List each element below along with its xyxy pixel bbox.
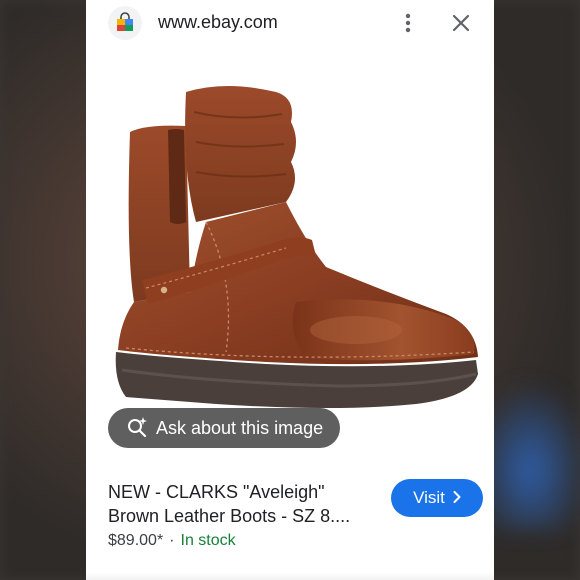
boot-image[interactable] (86, 52, 494, 462)
product-title-line-2: Brown Leather Boots - SZ 8.... (108, 506, 351, 526)
product-price: $89.00* (108, 532, 164, 549)
shopping-bag-icon[interactable] (108, 6, 142, 40)
price-row: $89.00* · In stock (108, 532, 236, 550)
product-title-line-1: NEW - CLARKS "Aveleigh" (108, 482, 325, 502)
more-vert-icon[interactable] (398, 10, 418, 36)
stock-status: In stock (180, 532, 236, 549)
chevron-right-icon (453, 488, 461, 508)
sheet-bottom-edge (86, 572, 494, 580)
visit-button[interactable]: Visit (391, 479, 483, 517)
lens-sparkle-icon (126, 415, 148, 442)
visit-label: Visit (413, 488, 445, 507)
site-url[interactable]: www.ebay.com (158, 12, 278, 33)
close-icon[interactable] (448, 10, 474, 36)
product-title[interactable]: NEW - CLARKS "Aveleigh" Brown Leather Bo… (108, 480, 378, 528)
ask-about-image-label: Ask about this image (156, 417, 324, 438)
ask-about-image-button[interactable]: Ask about this image (108, 408, 340, 448)
preview-header: www.ebay.com (86, 0, 494, 46)
preview-sheet: www.ebay.com Ask about this image NEW - … (86, 0, 494, 580)
price-separator: · (169, 532, 175, 549)
